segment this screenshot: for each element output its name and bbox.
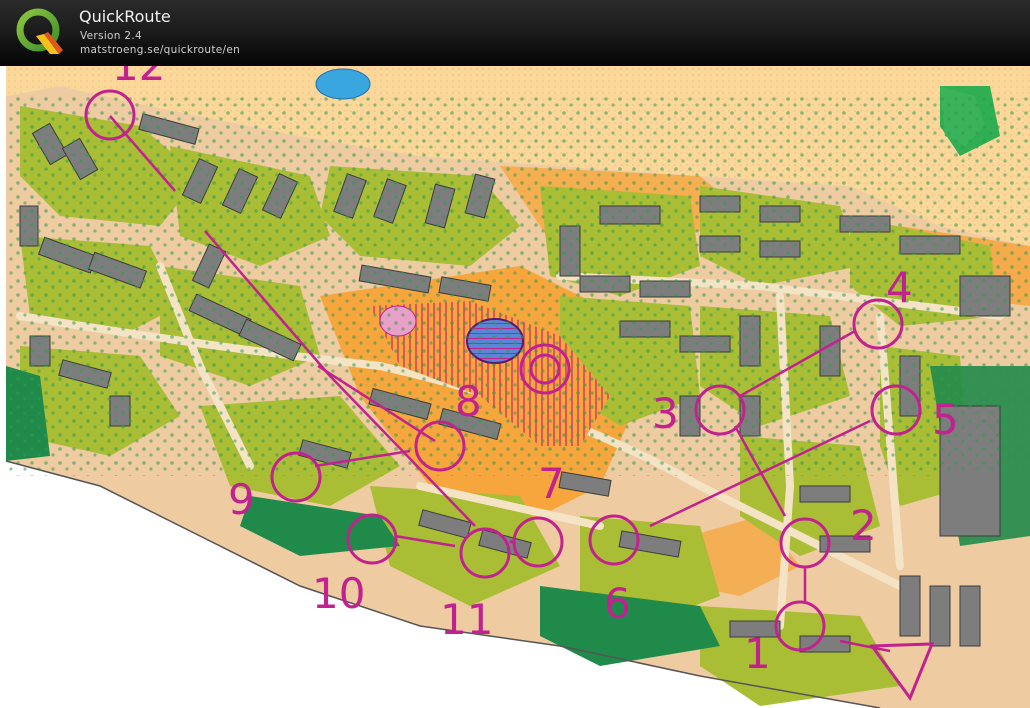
control-number-7: 7 (538, 459, 565, 508)
control-number-12: 12 (112, 66, 165, 90)
control-number-5: 5 (932, 395, 959, 444)
control-number-8: 8 (455, 377, 482, 426)
control-number-4: 4 (886, 263, 913, 312)
control-number-1: 1 (744, 629, 771, 678)
orienteering-map[interactable]: 12 4 8 3 5 9 7 2 10 11 6 1 (0, 66, 1030, 708)
control-number-2: 2 (850, 501, 877, 550)
map-canvas[interactable]: 12 4 8 3 5 9 7 2 10 11 6 1 (0, 66, 1030, 708)
app-url-link[interactable]: matstroeng.se/quickroute/en (80, 44, 240, 56)
control-number-10: 10 (312, 569, 365, 618)
control-number-6: 6 (604, 579, 631, 628)
control-number-11: 11 (440, 595, 493, 644)
app-version: Version 2.4 (80, 30, 142, 42)
app-header: QuickRoute Version 2.4 matstroeng.se/qui… (0, 0, 1030, 67)
quickroute-q-logo-icon (16, 8, 63, 54)
control-number-3: 3 (652, 389, 679, 438)
control-number-9: 9 (228, 475, 255, 524)
app-title: QuickRoute (79, 7, 171, 26)
